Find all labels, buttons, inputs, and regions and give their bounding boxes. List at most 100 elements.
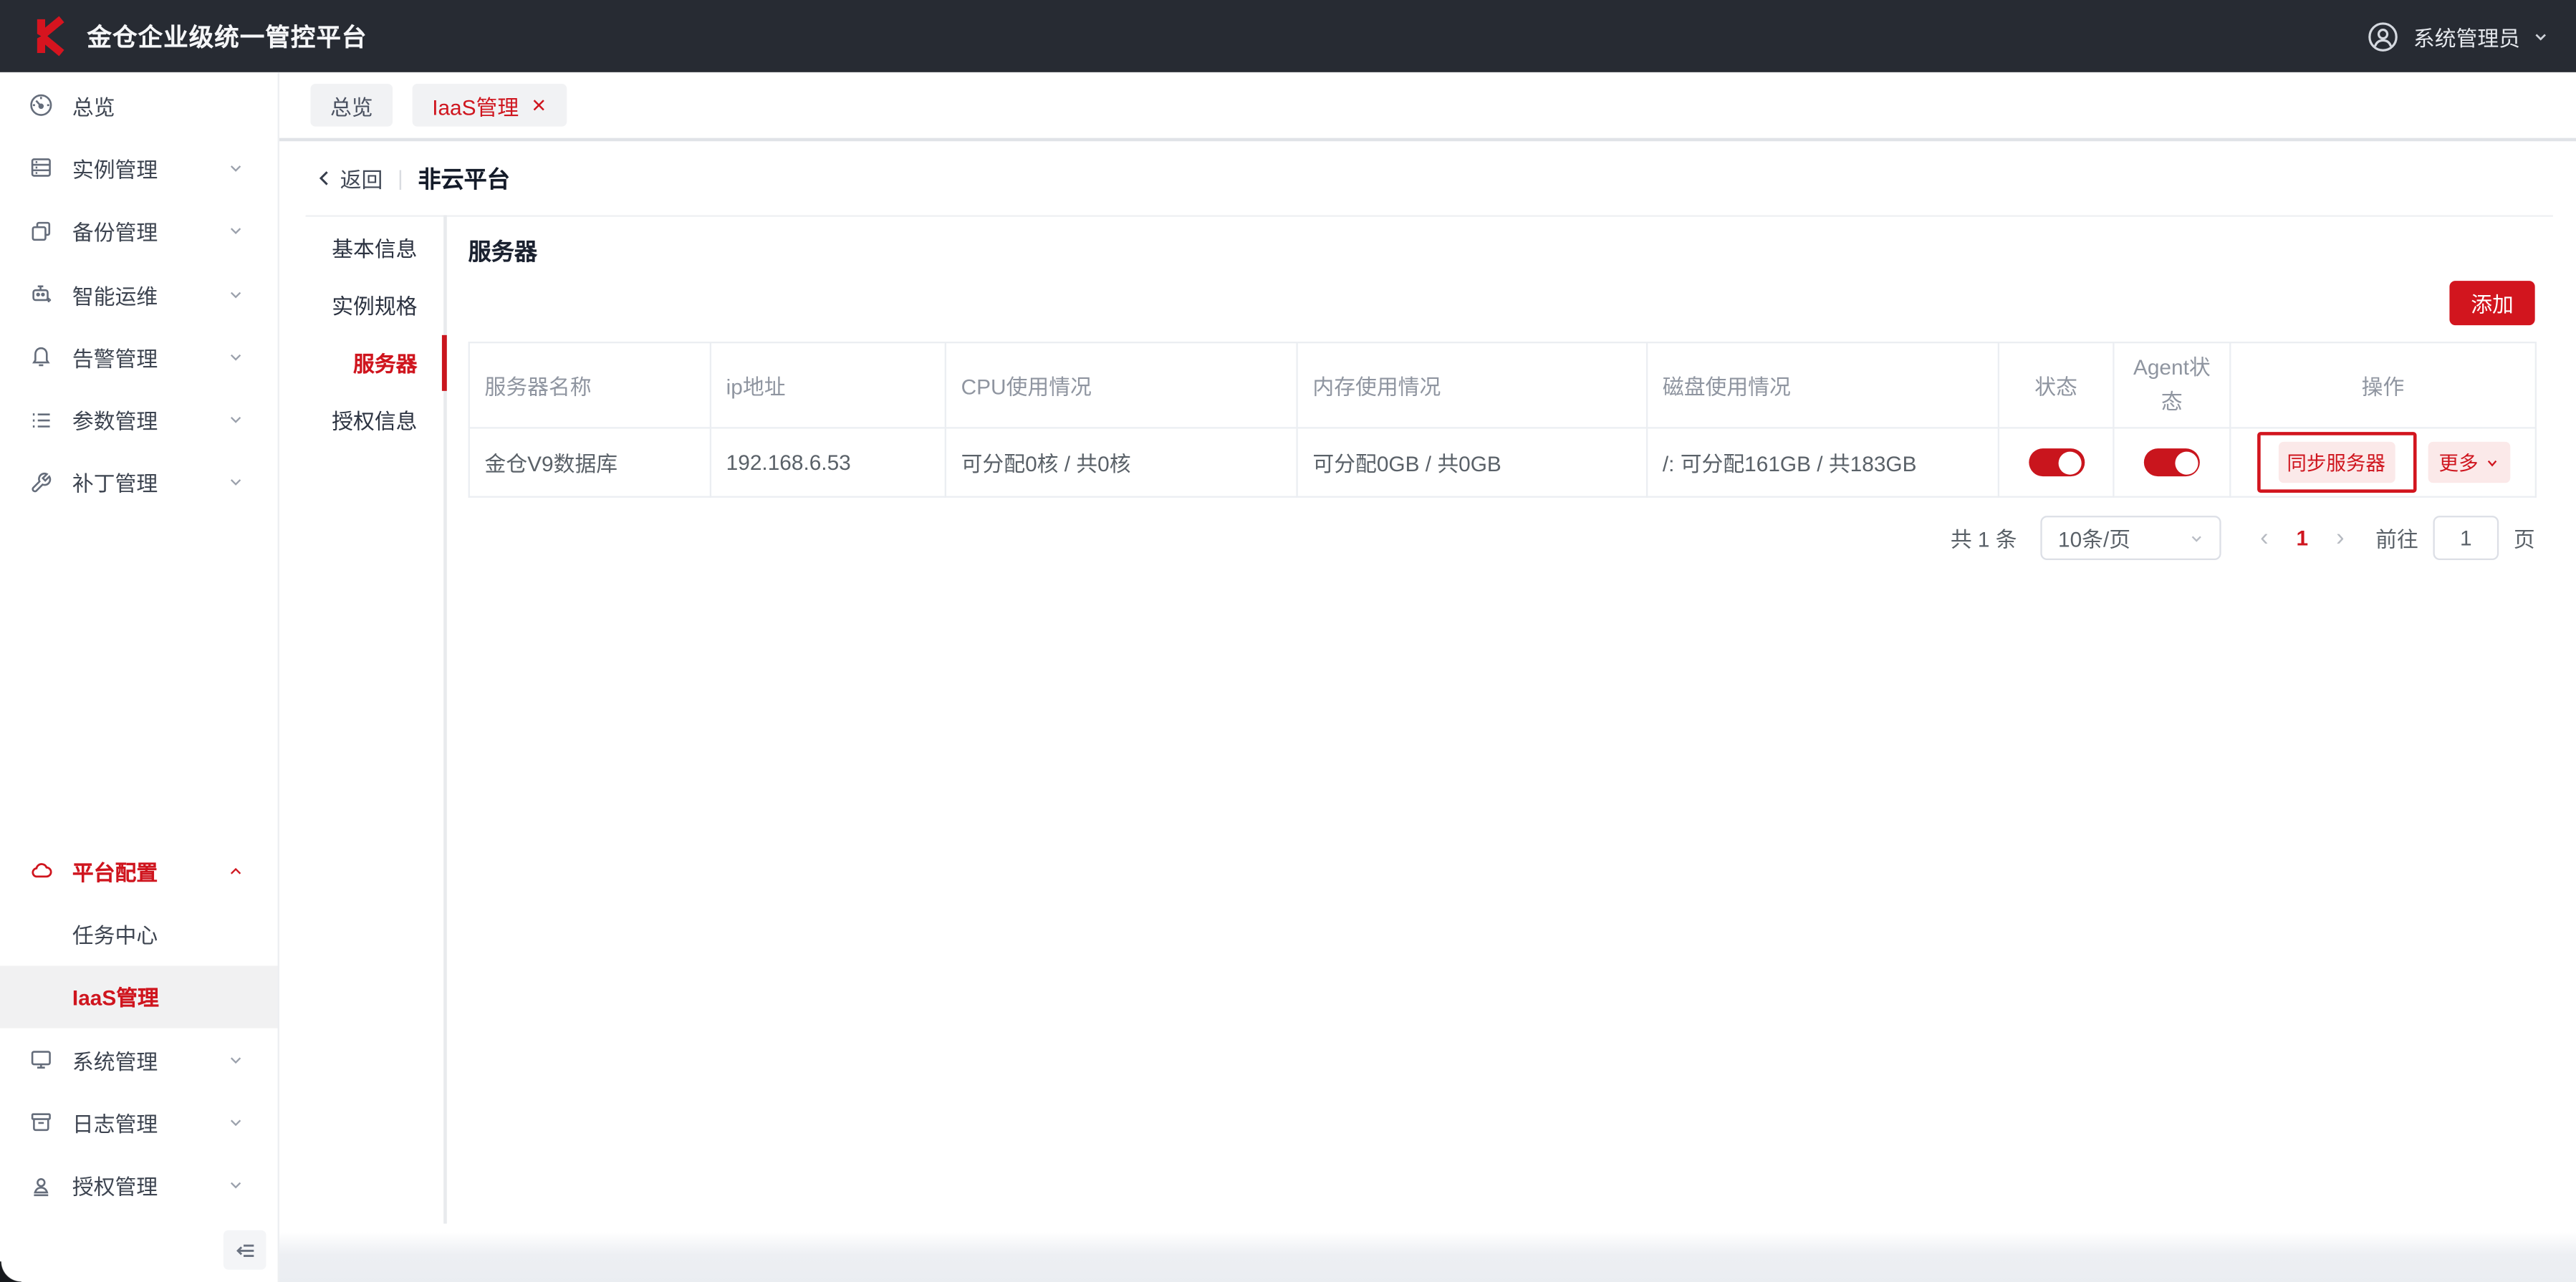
column-header-agent-status: Agent状态 [2113, 342, 2230, 428]
page-background-strip [279, 1232, 2576, 1282]
sidebar-platform-group: 平台配置 任务中心 IaaS管理 系统管理 日志管理 [0, 839, 278, 1217]
sidebar-item-label: 实例管理 [72, 153, 158, 184]
column-header-cpu: CPU使用情况 [946, 342, 1297, 428]
section-title: 服务器 [468, 235, 537, 268]
user-menu[interactable]: 系统管理员 [2365, 19, 2549, 53]
chevron-down-icon [226, 348, 244, 366]
sidebar-item-label: 参数管理 [72, 404, 158, 435]
chevron-down-icon [226, 1176, 244, 1194]
column-header-ip: ip地址 [711, 342, 946, 428]
status-toggle[interactable] [2028, 448, 2084, 476]
next-page-button[interactable]: › [2336, 524, 2344, 552]
user-name: 系统管理员 [2413, 21, 2520, 52]
close-icon[interactable] [530, 97, 547, 113]
sidebar-item-label: 授权管理 [72, 1170, 158, 1201]
chevron-down-icon [226, 1114, 244, 1132]
chevron-down-icon [226, 1051, 244, 1069]
avatar-icon [2365, 19, 2400, 53]
page-title: 非云平台 [418, 162, 509, 195]
cell-ip: 192.168.6.53 [711, 428, 946, 496]
sidebar-item-label: IaaS管理 [72, 981, 159, 1013]
subnav-active-indicator [442, 335, 447, 391]
sidebar-item-label: 告警管理 [72, 342, 158, 373]
sync-server-button[interactable]: 同步服务器 [2278, 442, 2395, 483]
column-header-actions: 操作 [2230, 342, 2536, 428]
cell-disk: /: 可分配161GB / 共183GB [1647, 428, 1999, 496]
archive-icon [28, 1109, 54, 1136]
sidebar-item-label: 总览 [72, 90, 115, 121]
cell-server-name: 金仓V9数据库 [469, 428, 711, 496]
toggle-knob [2059, 451, 2082, 474]
chevron-down-icon [2532, 27, 2549, 45]
cloud-icon [28, 857, 54, 884]
column-header-server-name: 服务器名称 [469, 342, 711, 428]
subnav-item-servers[interactable]: 服务器 [279, 335, 418, 392]
sidebar-item-patches[interactable]: 补丁管理 [0, 451, 278, 514]
chevron-down-icon [226, 159, 244, 177]
sidebar-item-backup[interactable]: 备份管理 [0, 200, 278, 263]
sidebar-item-alerts[interactable]: 告警管理 [0, 326, 278, 389]
total-count: 共 1 条 [1951, 522, 2017, 554]
chevron-down-icon [226, 285, 244, 303]
app-title: 金仓企业级统一管控平台 [87, 19, 367, 53]
sidebar-item-parameters[interactable]: 参数管理 [0, 388, 278, 451]
pagination: 共 1 条 10条/页 ‹ 1 › 前往 页 [1951, 516, 2535, 560]
subnav-item-instance-spec[interactable]: 实例规格 [279, 278, 418, 335]
table-row: 金仓V9数据库 192.168.6.53 可分配0核 / 共0核 可分配0GB … [469, 428, 2536, 496]
sidebar-item-iaas-management[interactable]: IaaS管理 [0, 965, 278, 1028]
sidebar-item-smart-ops[interactable]: 智能运维 [0, 263, 278, 326]
sidebar-item-label: 平台配置 [72, 855, 158, 887]
sidebar-item-system[interactable]: 系统管理 [0, 1028, 278, 1091]
breadcrumb-separator: | [398, 166, 403, 191]
back-link[interactable]: 返回 [340, 163, 383, 194]
more-actions-button[interactable]: 更多 [2427, 442, 2509, 483]
tab-iaas-management[interactable]: IaaS管理 [413, 84, 567, 127]
wrench-icon [28, 470, 54, 496]
chevron-down-icon [226, 473, 244, 491]
chevron-down-icon [2485, 456, 2498, 468]
main-area: 总览 IaaS管理 返回 | 非云平台 基本信息 实例规格 服务器 [279, 72, 2576, 1282]
collapse-sidebar-icon [233, 1238, 257, 1262]
page-size-select[interactable]: 10条/页 [2040, 516, 2221, 560]
subnav-item-license-info[interactable]: 授权信息 [279, 392, 418, 450]
chevron-down-icon [226, 411, 244, 429]
sidebar: 总览 实例管理 备份管理 [0, 72, 279, 1282]
sidebar-item-label: 系统管理 [72, 1044, 158, 1076]
chevron-left-icon[interactable] [314, 168, 335, 189]
sidebar-collapse-button[interactable] [224, 1230, 266, 1270]
robot-icon [28, 281, 54, 307]
page-size-value: 10条/页 [2058, 522, 2130, 554]
sidebar-item-task-center[interactable]: 任务中心 [0, 902, 278, 965]
agent-status-toggle[interactable] [2144, 448, 2200, 476]
cell-memory: 可分配0GB / 共0GB [1297, 428, 1647, 496]
sidebar-item-authorization[interactable]: 授权管理 [0, 1154, 278, 1217]
sidebar-item-platform-config[interactable]: 平台配置 [0, 839, 278, 902]
column-header-disk: 磁盘使用情况 [1647, 342, 1999, 428]
goto-page-input[interactable] [2433, 516, 2499, 560]
window-corner [0, 1261, 21, 1282]
tab-label: IaaS管理 [432, 90, 519, 121]
sidebar-item-label: 备份管理 [72, 216, 158, 247]
sidebar-item-label: 补丁管理 [72, 467, 158, 498]
breadcrumb: 返回 | 非云平台 [279, 141, 2576, 215]
kingbase-logo-icon [29, 15, 72, 58]
column-header-memory: 内存使用情况 [1297, 342, 1647, 428]
prev-page-button[interactable]: ‹ [2260, 524, 2268, 552]
row-actions: 同步服务器 更多 [2231, 432, 2534, 493]
chevron-down-icon [226, 222, 244, 240]
goto-label: 前往 [2375, 522, 2418, 554]
sidebar-item-overview[interactable]: 总览 [0, 74, 278, 137]
table-header-row: 服务器名称 ip地址 CPU使用情况 内存使用情况 磁盘使用情况 状态 Agen… [469, 342, 2536, 428]
chevron-up-icon [226, 862, 244, 879]
page-unit-label: 页 [2514, 522, 2535, 554]
sidebar-item-logs[interactable]: 日志管理 [0, 1091, 278, 1154]
app-window: 金仓企业级统一管控平台 系统管理员 总览 [0, 0, 2576, 1282]
current-page[interactable]: 1 [2297, 526, 2309, 550]
column-header-status: 状态 [1999, 342, 2114, 428]
tab-overview[interactable]: 总览 [310, 84, 393, 127]
sidebar-item-label: 任务中心 [72, 918, 158, 950]
toggle-knob [2174, 451, 2197, 474]
sidebar-item-instances[interactable]: 实例管理 [0, 137, 278, 200]
add-server-button[interactable]: 添加 [2449, 281, 2534, 325]
subnav-item-basic-info[interactable]: 基本信息 [279, 220, 418, 277]
